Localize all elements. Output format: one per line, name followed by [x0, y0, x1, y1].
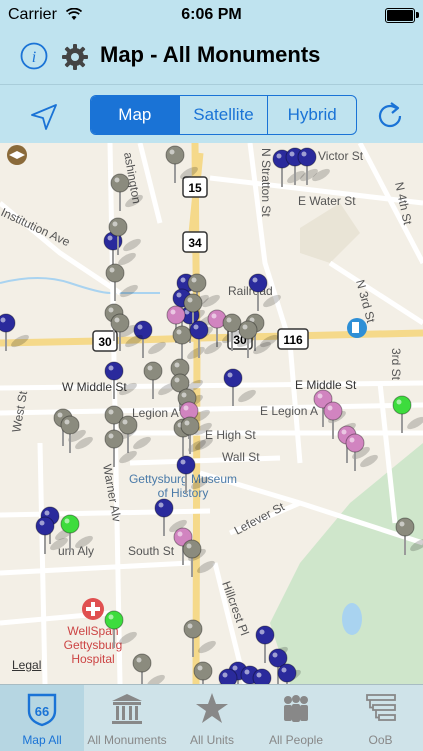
- tab-all-units[interactable]: All Units: [170, 685, 254, 751]
- street-label-e-middle: E Middle St: [295, 378, 357, 392]
- poi-museum-line1: Gettysburg Museum: [129, 472, 237, 486]
- tab-label: All Monuments: [87, 733, 167, 747]
- tab-bar: 66 Map All All Monuments All Units All P…: [0, 684, 423, 751]
- route-66-shield-icon: 66: [27, 693, 57, 727]
- route-shield-34: 34: [182, 231, 208, 253]
- monument-pin[interactable]: [132, 653, 167, 684]
- svg-text:34: 34: [188, 236, 202, 250]
- poi-museum-line2: of History: [158, 486, 209, 500]
- route-shield-15: 15: [182, 176, 208, 198]
- route-shield-116: 116: [277, 328, 309, 350]
- tab-label: All People: [268, 733, 324, 747]
- info-icon[interactable]: i: [20, 42, 48, 70]
- tab-all-monuments[interactable]: All Monuments: [84, 685, 170, 751]
- street-label-3rd-b: 3rd St: [389, 348, 403, 381]
- navigation-bar: i Map - All Monuments: [0, 30, 423, 84]
- poi-hospital-line3: Hospital: [71, 652, 114, 666]
- hospital-icon: [82, 598, 104, 620]
- svg-text:116: 116: [283, 333, 303, 347]
- svg-text:i: i: [32, 49, 36, 66]
- battery-icon: [385, 8, 419, 23]
- tab-map-all[interactable]: 66 Map All: [0, 685, 84, 751]
- tab-label: OoB: [368, 733, 393, 747]
- street-label-institution: Institution Ave: [0, 205, 72, 249]
- clock: 6:06 PM: [181, 6, 242, 23]
- tab-oob[interactable]: OoB: [338, 685, 423, 751]
- street-label-3rd: N 3rd St: [353, 278, 378, 325]
- segment-satellite[interactable]: Satellite: [178, 96, 268, 134]
- star-icon: [196, 693, 228, 723]
- street-label-e-legion: E Legion A: [260, 404, 318, 418]
- monument-pin[interactable]: [392, 395, 423, 433]
- street-label-lefever: Lefever St: [232, 499, 287, 537]
- svg-text:30: 30: [98, 335, 112, 349]
- monument-pin[interactable]: [103, 231, 138, 269]
- street-label-4th: N 4th St: [392, 181, 415, 227]
- segment-map[interactable]: Map: [91, 96, 179, 134]
- legal-link[interactable]: Legal: [12, 658, 41, 672]
- monument-pin[interactable]: [183, 619, 218, 657]
- map-canvas: 15 34 30 30 116 N Stratton St Victor St …: [0, 143, 423, 684]
- block-area: [300, 203, 360, 263]
- monument-building-icon: [112, 694, 142, 724]
- order-of-battle-icon: [365, 694, 396, 721]
- map-toolbar: Map Satellite Hybrid: [0, 84, 423, 144]
- map-view[interactable]: 15 34 30 30 116 N Stratton St Victor St …: [0, 143, 423, 684]
- location-arrow-icon[interactable]: [28, 101, 60, 133]
- pond: [342, 603, 362, 635]
- svg-text:66: 66: [35, 704, 49, 719]
- map-type-segmented-control: Map Satellite Hybrid: [90, 95, 357, 135]
- street-label-legion: Legion A: [132, 406, 179, 420]
- tab-all-people[interactable]: All People: [254, 685, 338, 751]
- street-label-south: South St: [128, 544, 175, 558]
- refresh-icon[interactable]: [374, 99, 406, 131]
- page-title: Map - All Monuments: [100, 42, 321, 67]
- street-label-stratton: N Stratton St: [259, 148, 273, 217]
- school-icon: [7, 145, 27, 165]
- street-label-w-middle: W Middle St: [62, 380, 127, 394]
- street-label-victor: Victor St: [318, 149, 364, 163]
- park-area: [270, 443, 423, 684]
- segment-hybrid[interactable]: Hybrid: [267, 96, 356, 134]
- street-label-water: E Water St: [298, 194, 356, 208]
- status-bar: Carrier 6:06 PM: [0, 0, 423, 30]
- svg-text:15: 15: [188, 181, 202, 195]
- gear-icon[interactable]: [60, 42, 90, 72]
- tab-label: Map All: [22, 733, 62, 747]
- people-icon: [284, 695, 308, 722]
- street-label-wall: Wall St: [222, 450, 260, 464]
- tab-label: All Units: [189, 733, 234, 747]
